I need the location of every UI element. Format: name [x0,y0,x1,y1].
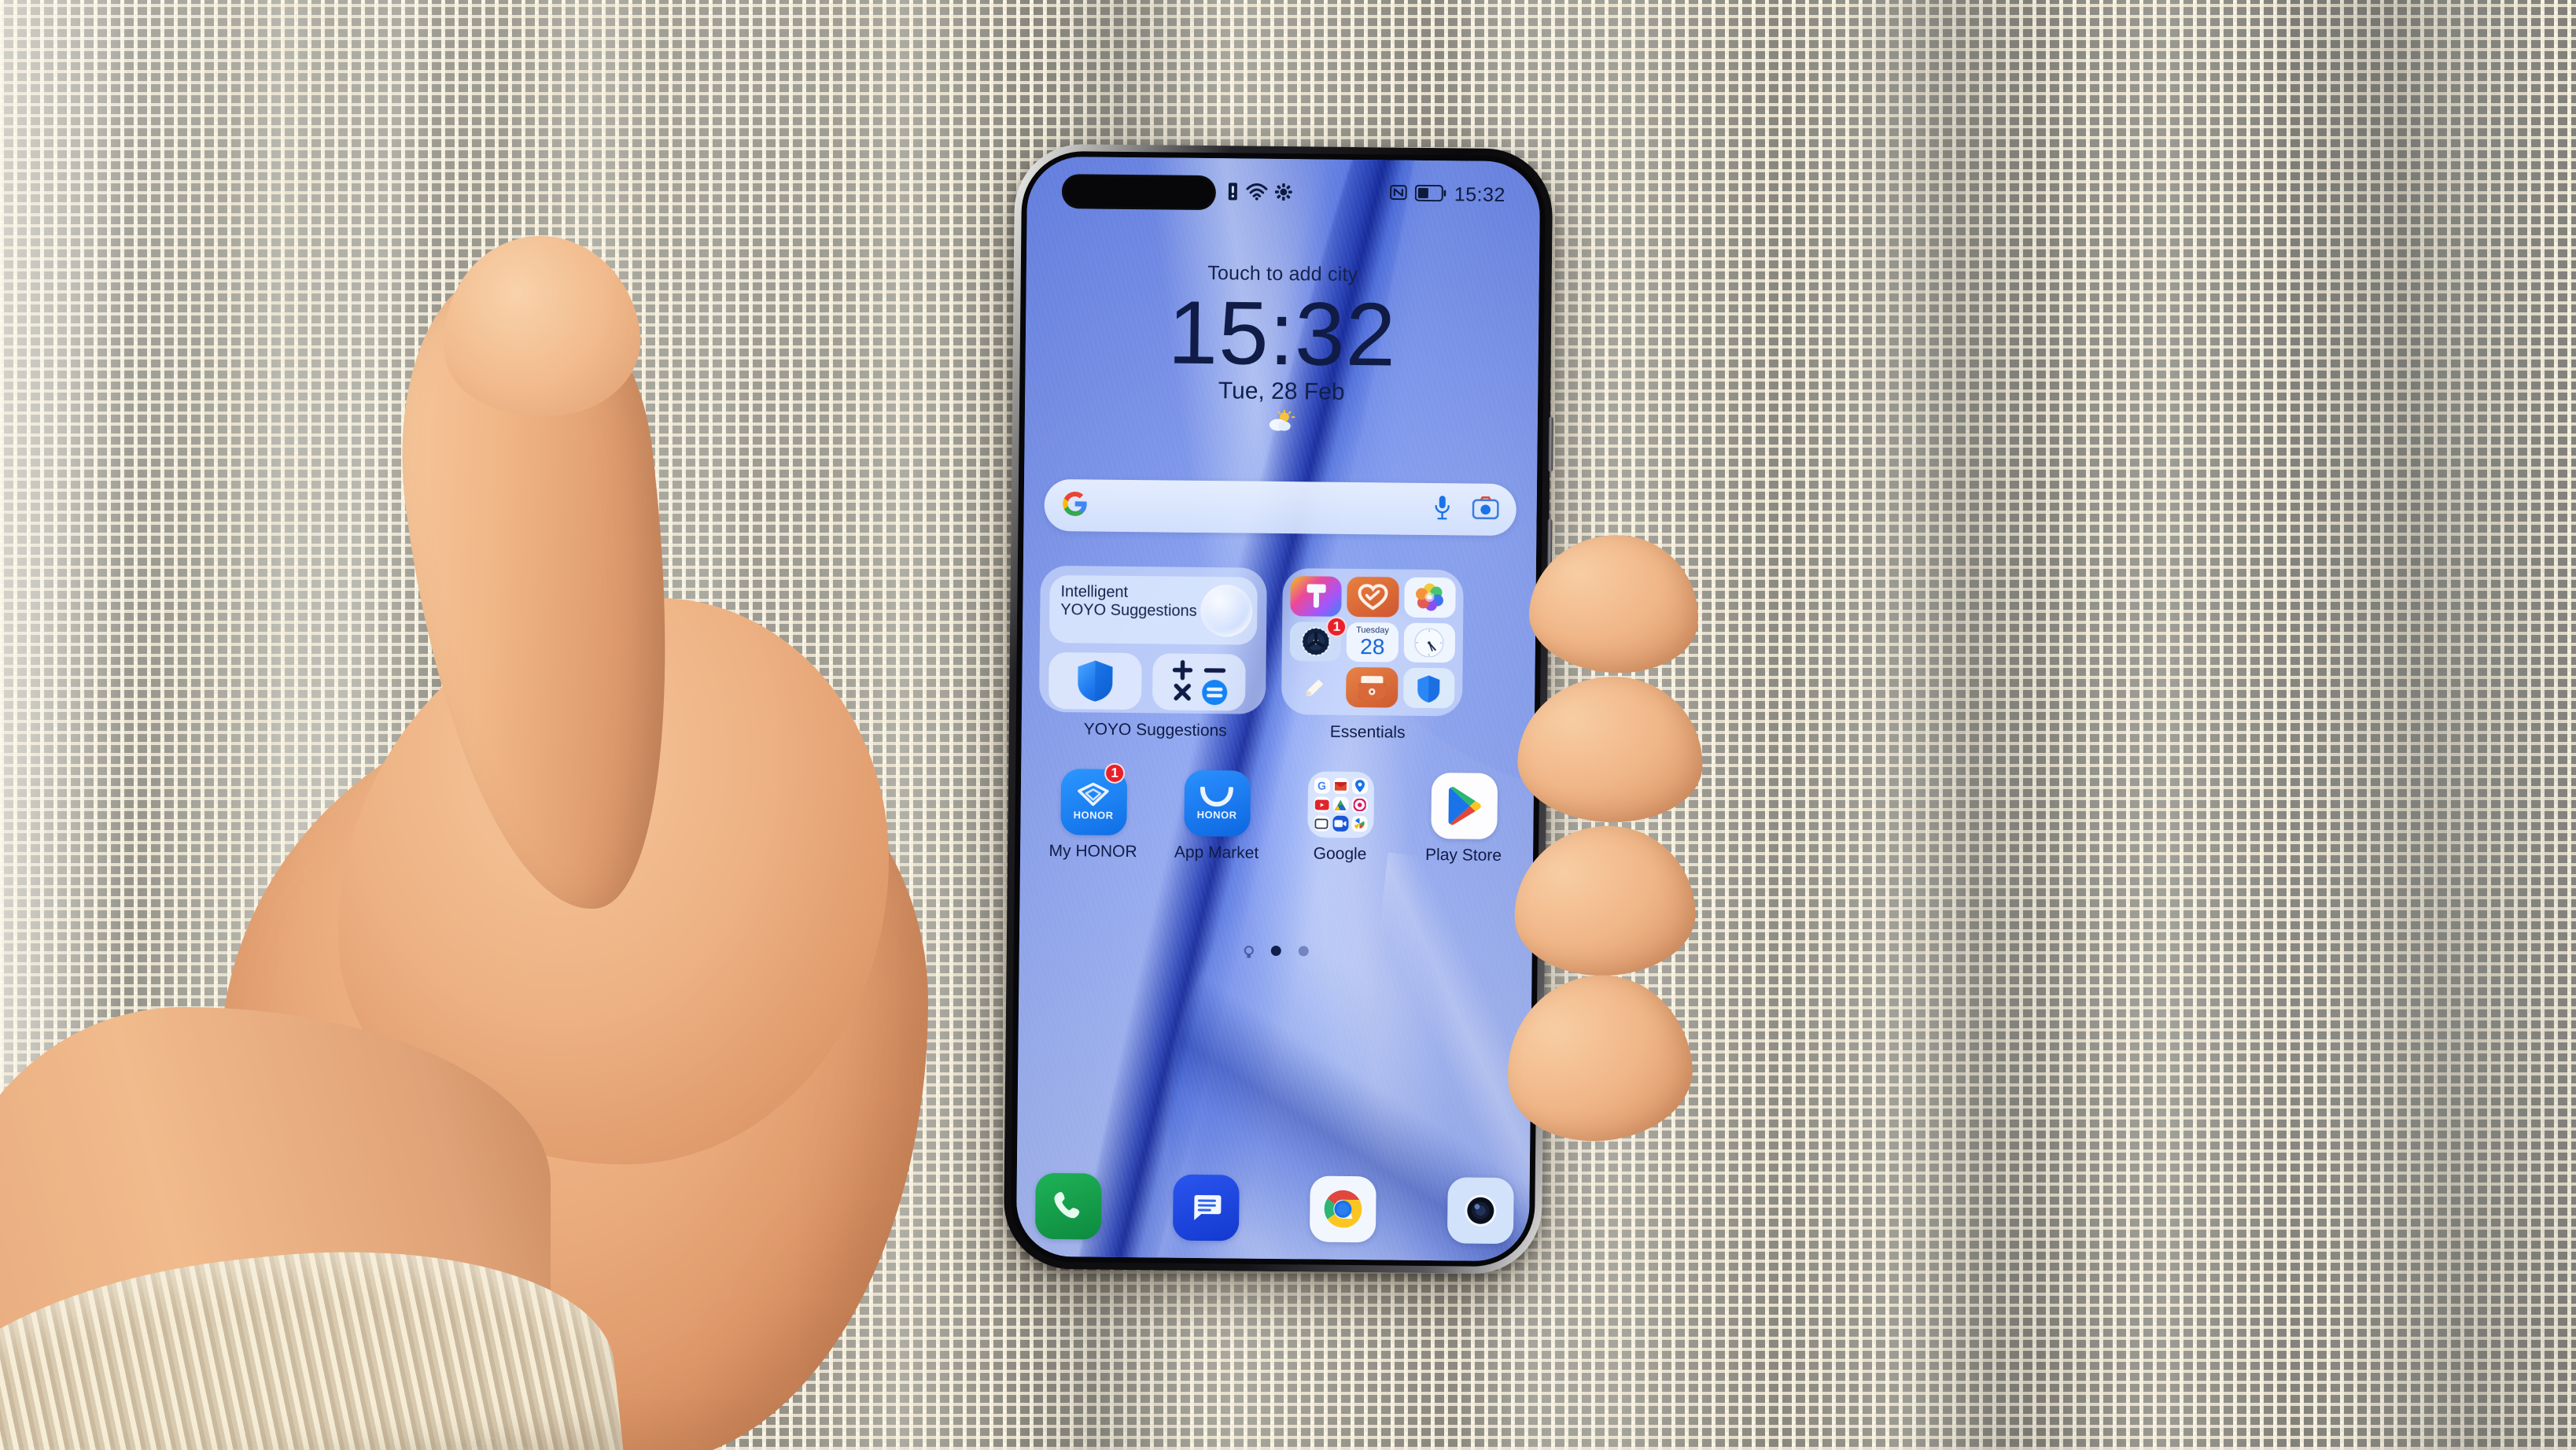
folder-app-settings[interactable]: 1 [1289,616,1347,662]
folder-app-photos [1351,796,1368,814]
app-play-store[interactable]: 1 Play Store [1104,762,1515,865]
chrome-icon [1324,1190,1362,1228]
google-g-icon [1061,490,1088,521]
dock-app-phone[interactable] [1034,1172,1102,1240]
wallet-icon [1346,667,1399,708]
honor-wordmark: HONOR [1073,809,1114,821]
message-bubble-icon [1193,1194,1222,1220]
paint-brush-icon [1290,576,1343,617]
calendar-day: 28 [1360,634,1385,659]
calendar-icon: Tuesday 28 [1346,622,1399,662]
folder-app-chat [1351,815,1368,832]
folder-app-meet [1332,815,1349,832]
status-badge: 1 [1104,762,1126,784]
yoyo-app-calculator[interactable] [1152,653,1246,711]
folder-app-google: G [1314,777,1330,794]
status-bar: 15:32 [1027,172,1540,214]
phone-screen[interactable]: 15:32 Touch to add city 15:32 Tue, 28 Fe… [1015,156,1541,1262]
page-dot-active[interactable] [1270,945,1281,957]
screenshot-stage: 15:32 Touch to add city 15:32 Tue, 28 Fe… [0,0,2576,1450]
page-dot[interactable] [1298,946,1309,957]
folder-app-wallet[interactable] [1346,667,1399,708]
microphone-icon[interactable] [1432,495,1451,524]
alert-sim-icon [1227,182,1239,205]
widget-row: Intelligent YOYO Suggestions 1 Tuesday 2… [1037,565,1520,728]
folder-app-drive [1332,796,1349,813]
google-play-icon [1430,773,1498,839]
google-lens-camera-icon[interactable] [1472,496,1499,523]
app-label: App Market [1174,843,1259,862]
folder-app-device-care[interactable] [1402,667,1455,709]
calculator-icon [1172,660,1228,706]
essentials-folder[interactable]: 1 Tuesday 28 [1281,568,1464,717]
app-label: Play Store [1424,845,1502,865]
google-search-bar[interactable] [1044,478,1517,537]
yoyo-suggestions-widget[interactable]: Intelligent YOYO Suggestions [1038,565,1267,714]
clock-date: Tue, 28 Feb [1218,377,1345,405]
folder-app-health[interactable] [1347,576,1399,618]
folder-app-messages [1313,815,1330,832]
status-badge: 1 [1326,616,1347,637]
phone-handset-icon [1054,1192,1080,1219]
honor-wordmark: HONOR [1196,808,1237,821]
flower-petals-icon [1403,577,1456,618]
app-app-market[interactable]: HONOR App Market [1165,769,1268,863]
clock-weather-widget[interactable]: Touch to add city 15:32 Tue, 28 Feb [1025,260,1539,438]
app-label: My HONOR [1048,841,1137,862]
folder-app-maps [1351,777,1368,795]
google-folder-icon: G [1306,771,1374,839]
app-label: Google [1313,844,1367,864]
bubble-icon [1200,584,1253,637]
folder-app-gmail [1332,777,1349,794]
pencil-note-icon [1289,666,1341,707]
folder-app-clock[interactable] [1403,622,1456,663]
yoyo-widget-label: YOYO Suggestions [1083,720,1227,740]
folder-app-gallery[interactable] [1403,577,1456,618]
page-dot-bulb-icon[interactable] [1243,946,1254,958]
sun-behind-cloud-icon [1025,407,1538,437]
shield-icon [1402,667,1455,709]
folder-app-youtube [1314,796,1330,813]
nfc-icon [1389,183,1407,205]
yoyo-app-security[interactable] [1048,651,1142,710]
yoyo-widget-header[interactable]: Intelligent YOYO Suggestions [1048,574,1258,645]
folder-app-calendar[interactable]: Tuesday 28 [1346,622,1399,662]
app-google-folder[interactable]: G Google [1288,771,1391,864]
heart-icon [1347,576,1399,618]
honor-bag-icon: HONOR [1183,769,1251,837]
dock [1034,1172,1514,1245]
essentials-folder-label: Essentials [1329,722,1406,742]
folder-app-themes[interactable] [1290,576,1343,617]
volume-button[interactable] [1548,416,1553,472]
battery-icon [1414,184,1446,205]
smartphone: 15:32 Touch to add city 15:32 Tue, 28 Fe… [1003,143,1553,1275]
camera-lens-icon [1465,1194,1497,1227]
folder-app-notepad[interactable] [1289,666,1341,707]
shield-icon [1078,660,1113,702]
app-row: HONOR My HONOR HONOR App Market G Google… [1031,762,1526,866]
app-my-honor[interactable]: HONOR My HONOR [1041,769,1144,862]
status-bar-clock: 15:32 [1454,183,1506,206]
wifi-icon [1246,183,1268,205]
gear-icon [1274,183,1292,205]
dock-app-messages[interactable] [1172,1174,1240,1242]
analog-clock-icon [1403,622,1456,663]
dock-app-chrome[interactable] [1310,1175,1377,1243]
clock-time: 15:32 [1167,282,1397,386]
dock-app-camera[interactable] [1446,1177,1514,1245]
